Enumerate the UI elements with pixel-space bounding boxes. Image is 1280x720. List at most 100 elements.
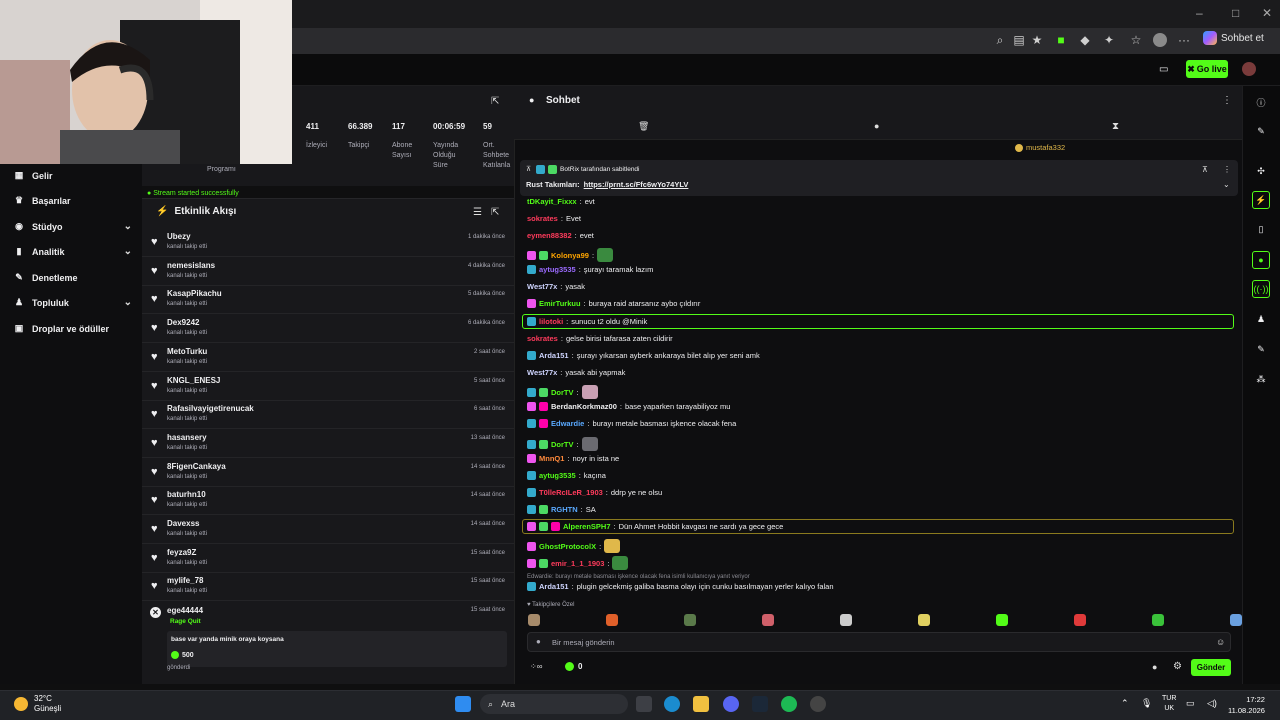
popout-icon[interactable]: ⇱ xyxy=(491,96,499,107)
extension-cat-icon[interactable]: ◆ xyxy=(1078,33,1092,47)
emote-icon[interactable] xyxy=(528,614,540,626)
feed-row[interactable]: ♥ KasapPikachu kanalı takip etti 5 dakika ö… xyxy=(142,286,514,315)
chat-message[interactable]: Arda151: şurayı yıkarsan ayberk ankaraya … xyxy=(527,351,760,360)
chat-message[interactable]: aytug3535: şurayı taramak lazım xyxy=(527,265,653,274)
feed-name[interactable]: Dex9242 xyxy=(167,318,199,327)
chat-username[interactable]: Arda151 xyxy=(539,351,569,360)
maximize-button[interactable]: □ xyxy=(1232,6,1239,20)
chat-message[interactable]: eymen88382: evet xyxy=(527,231,594,240)
feed-name[interactable]: KasapPikachu xyxy=(167,289,222,298)
feed-name[interactable]: 8FigenCankaya xyxy=(167,462,226,471)
file-explorer-icon[interactable] xyxy=(693,696,709,712)
emote-icon[interactable] xyxy=(1230,614,1242,626)
pencil-icon[interactable]: ✎ xyxy=(1252,122,1270,140)
feed-name[interactable]: feyza9Z xyxy=(167,548,196,557)
chat-username[interactable]: DorTV xyxy=(551,388,574,397)
chat-message[interactable]: emir_1_1_1903: xyxy=(527,556,629,570)
share-icon[interactable]: ⁂ xyxy=(1252,370,1270,388)
emote-icon[interactable] xyxy=(1074,614,1086,626)
chevron-up-icon[interactable]: ⌃ xyxy=(1121,698,1129,709)
feed-row[interactable]: ♥ Rafasilvayigetirenucak kanalı takip etti… xyxy=(142,401,514,430)
feed-name[interactable]: Ubezy xyxy=(167,232,191,241)
chat-username[interactable]: BerdanKorkmaz00 xyxy=(551,402,617,411)
chat-username[interactable]: DorTV xyxy=(551,440,574,449)
emote-icon[interactable] xyxy=(996,614,1008,626)
feed-row[interactable]: ♥ mylife_78 kanalı takip etti 15 saat önce xyxy=(142,573,514,602)
feed-name[interactable]: Davexss xyxy=(167,519,199,528)
sidebar-item-basarilar[interactable]: ♛ Başarılar xyxy=(14,195,132,206)
chat-message[interactable]: West77x: yasak abi yapmak xyxy=(527,368,625,377)
crosshair-icon[interactable]: ✣ xyxy=(1252,162,1270,180)
task-view-icon[interactable] xyxy=(636,696,652,712)
chat-message[interactable]: MnnQ1: noyr in ista ne xyxy=(527,454,619,463)
chat-message[interactable]: tDKayit_Fixxx: evt xyxy=(527,197,595,206)
feed-row[interactable]: ♥ MetoTurku kanalı takip etti 2 saat önce xyxy=(142,344,514,372)
chat-username[interactable]: tDKayit_Fixxx xyxy=(527,197,577,206)
top-supporter[interactable]: mustafa332 xyxy=(1015,143,1065,152)
feed-name[interactable]: mylife_78 xyxy=(167,576,203,585)
pinned-menu-icon[interactable]: ⋮ xyxy=(1223,165,1231,174)
feed-name[interactable]: KNGL_ENESJ xyxy=(167,376,220,385)
chat-message[interactable]: EmirTurkuu: buraya raid atarsanız aybo çı… xyxy=(527,299,700,308)
emote-icon[interactable] xyxy=(840,614,852,626)
feed-name[interactable]: Rafasilvayigetirenucak xyxy=(167,404,254,413)
popout-icon[interactable]: ⇱ xyxy=(491,207,499,218)
chat-username[interactable]: West77x xyxy=(527,282,557,291)
wrench-icon[interactable]: ✎ xyxy=(1252,340,1270,358)
feed-row[interactable]: ♥ baturhn10 kanalı takip etti 14 saat önce xyxy=(142,487,514,516)
extensions-puzzle-icon[interactable]: ✦ xyxy=(1102,33,1116,47)
chat-message[interactable]: Arda151: plugin gelcekmiş galiba basma o… xyxy=(527,582,834,591)
sidebar-item-studyo[interactable]: ◉ Stüdyo ⌄ xyxy=(14,221,132,232)
feed-name[interactable]: MetoTurku xyxy=(167,347,207,356)
chat-username[interactable]: lilotoki xyxy=(539,317,563,326)
chat-input[interactable]: ● Bir mesaj gönderin ☺ xyxy=(527,632,1231,652)
feed-row[interactable]: ♥ Ubezy kanalı takip etti 1 dakika önce xyxy=(142,229,514,257)
volume-icon[interactable]: ◁) xyxy=(1207,698,1217,709)
taskbar-search[interactable]: ⌕ Ara xyxy=(480,694,628,714)
feed-row[interactable]: ♥ 8FigenCankaya kanalı takip etti 14 saat ö… xyxy=(142,459,514,487)
chat-message[interactable]: aytug3535: kaçına xyxy=(527,471,606,480)
go-live-button[interactable]: ✖ Go live xyxy=(1186,60,1228,78)
infinity-points-icon[interactable]: ⁘∞ xyxy=(530,662,542,671)
chat-username[interactable]: aytug3535 xyxy=(539,265,576,274)
emote-icon[interactable] xyxy=(1152,614,1164,626)
reader-icon[interactable]: ▤ xyxy=(1012,33,1026,47)
obs-icon[interactable] xyxy=(810,696,826,712)
chat-message[interactable]: AlperenSPH7: Dün Ahmet Hobbit kavgası ne … xyxy=(527,522,783,531)
spotify-icon[interactable] xyxy=(781,696,797,712)
chat-message[interactable]: sokrates: Evet xyxy=(527,214,581,223)
feed-name[interactable]: baturhn10 xyxy=(167,490,206,499)
feed-row[interactable]: ♥ KNGL_ENESJ kanalı takip etti 5 saat önce xyxy=(142,373,514,401)
sidebar-item-gelir[interactable]: ▦ Gelir xyxy=(14,170,132,181)
chat-username[interactable]: eymen88382 xyxy=(527,231,572,240)
favorite-star-icon[interactable]: ★ xyxy=(1030,33,1044,47)
zoom-icon[interactable]: ⌕ xyxy=(993,33,1007,47)
chat-message[interactable]: BerdanKorkmaz00: base yaparken tarayabili… xyxy=(527,402,730,411)
profile-avatar[interactable] xyxy=(1153,33,1167,47)
trash-icon[interactable]: 🗑 xyxy=(638,121,649,132)
extension-icon[interactable]: ■ xyxy=(1054,33,1068,47)
chat-username[interactable]: Arda151 xyxy=(539,582,569,591)
chat-message[interactable]: DorTV: xyxy=(527,437,598,451)
minimize-button[interactable]: – xyxy=(1196,6,1203,20)
feed-row[interactable]: ♥ feyza9Z kanalı takip etti 15 saat önce xyxy=(142,545,514,573)
sidebar-item-topluluk[interactable]: ♟ Topluluk ⌄ xyxy=(14,297,132,308)
feed-row[interactable]: ♥ Dex9242 kanalı takip etti 6 dakika önce xyxy=(142,315,514,344)
emoji-icon[interactable]: ☺ xyxy=(1216,637,1225,647)
copilot-chat-button[interactable]: Sohbet et xyxy=(1203,31,1264,45)
microphone-icon[interactable]: 🎙 xyxy=(1141,698,1152,709)
chat-username[interactable]: T0lleRcILeR_1903 xyxy=(539,488,603,497)
chat-username[interactable]: emir_1_1_1903 xyxy=(551,559,604,568)
chat-message[interactable]: T0lleRcILeR_1903: ddrp ye ne olsu xyxy=(527,488,662,497)
info-icon[interactable]: ⓘ xyxy=(1252,93,1270,111)
emote-icon[interactable] xyxy=(918,614,930,626)
network-icon[interactable]: ▭ xyxy=(1186,698,1195,709)
chat-rail-icon[interactable]: ● xyxy=(1252,251,1270,269)
sidebar-item-droplar[interactable]: ▣ Droplar ve ödüller xyxy=(14,323,132,334)
chevron-down-icon[interactable]: ⌄ xyxy=(1223,180,1230,189)
emote-icon[interactable] xyxy=(684,614,696,626)
users-icon[interactable]: ♟ xyxy=(1252,310,1270,328)
chat-username[interactable]: aytug3535 xyxy=(539,471,576,480)
chat-settings-bubble-icon[interactable]: ● xyxy=(1152,662,1157,672)
chat-message[interactable]: DorTV: xyxy=(527,385,598,399)
